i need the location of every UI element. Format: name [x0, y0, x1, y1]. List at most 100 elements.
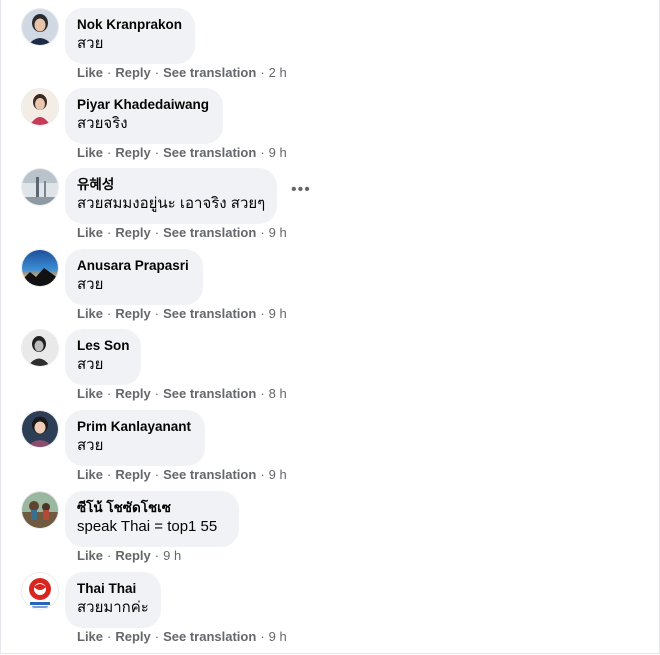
comment-actions: Like · Reply · See translation · 9 h [77, 467, 287, 483]
comment-actions: Like · Reply · See translation · 9 h [77, 306, 287, 322]
comment-timestamp[interactable]: 9 h [269, 145, 287, 160]
comment-bubble: 유혜성 สวยสมมงอยู่นะ เอาจริง สวยๆ [65, 168, 277, 224]
avatar[interactable] [21, 410, 59, 448]
like-button[interactable]: Like [77, 145, 103, 160]
comment-actions: Like · Reply · See translation · 9 h [77, 629, 287, 645]
comment-item: Les Son สวย Like · Reply · See translation · 8… [21, 329, 641, 409]
comment-author[interactable]: Prim Kanlayanant [77, 418, 193, 436]
comment-item: 유혜성 สวยสมมงอยู่นะ เอาจริง สวยๆ ••• Like ·… [21, 168, 641, 248]
like-button[interactable]: Like [77, 306, 103, 321]
separator: · [260, 225, 265, 240]
comment-timestamp[interactable]: 9 h [269, 225, 287, 240]
like-button[interactable]: Like [77, 386, 103, 401]
see-translation-button[interactable]: See translation [163, 386, 256, 401]
comment-actions: Like · Reply · See translation · 2 h [77, 65, 287, 81]
separator: · [154, 145, 160, 160]
separator: · [107, 629, 112, 644]
see-translation-button[interactable]: See translation [163, 65, 256, 80]
reply-button[interactable]: Reply [115, 306, 150, 321]
separator: · [107, 306, 112, 321]
separator: · [107, 65, 112, 80]
comment-author[interactable]: Piyar Khadedaiwang [77, 96, 211, 114]
comment-actions: Like · Reply · See translation · 9 h [77, 145, 287, 161]
see-translation-button[interactable]: See translation [163, 306, 256, 321]
comment-author[interactable]: ซีโน้ โชซัดโชเซ [77, 499, 227, 517]
avatar[interactable] [21, 572, 59, 610]
see-translation-button[interactable]: See translation [163, 225, 256, 240]
comment-text: สวย [77, 35, 104, 52]
separator: · [154, 386, 160, 401]
like-button[interactable]: Like [77, 467, 103, 482]
more-options-icon[interactable]: ••• [291, 182, 311, 198]
reply-button[interactable]: Reply [115, 548, 150, 563]
avatar[interactable] [21, 491, 59, 529]
comment-bubble: Les Son สวย [65, 329, 141, 385]
comment-bubble: ซีโน้ โชซัดโชเซ speak Thai = top1 55 [65, 491, 239, 547]
comment-actions: Like · Reply · See translation · 9 h [77, 225, 287, 241]
see-translation-button[interactable]: See translation [163, 145, 256, 160]
comment-actions: Like · Reply · See translation · 8 h [77, 386, 287, 402]
reply-button[interactable]: Reply [115, 145, 150, 160]
comment-item: Piyar Khadedaiwang สวยจริง Like · Reply · Se… [21, 88, 641, 168]
comment-bubble: Anusara Prapasri สวย [65, 249, 203, 305]
comment-text: สวย [77, 437, 104, 454]
like-button[interactable]: Like [77, 225, 103, 240]
reply-button[interactable]: Reply [115, 467, 150, 482]
comment-timestamp[interactable]: 9 h [269, 306, 287, 321]
reply-button[interactable]: Reply [115, 386, 150, 401]
separator: · [260, 386, 265, 401]
comment-author[interactable]: Anusara Prapasri [77, 257, 191, 275]
comment-author[interactable]: Thai Thai [77, 580, 149, 598]
separator: · [107, 145, 112, 160]
avatar[interactable] [21, 168, 59, 206]
comment-item: ซีโน้ โชซัดโชเซ speak Thai = top1 55 Lik… [21, 491, 641, 571]
separator: · [154, 225, 160, 240]
separator: · [107, 386, 112, 401]
comment-author[interactable]: Les Son [77, 337, 130, 355]
avatar[interactable] [21, 249, 59, 287]
separator: · [260, 145, 265, 160]
like-button[interactable]: Like [77, 629, 103, 644]
separator: · [260, 467, 265, 482]
comment-timestamp[interactable]: 8 h [269, 386, 287, 401]
see-translation-button[interactable]: See translation [163, 467, 256, 482]
separator: · [154, 629, 160, 644]
comment-timestamp[interactable]: 9 h [269, 629, 287, 644]
comment-text: สวย [77, 276, 104, 293]
separator: · [107, 467, 112, 482]
comment-text: speak Thai = top1 55 [77, 518, 218, 535]
like-button[interactable]: Like [77, 548, 103, 563]
avatar[interactable] [21, 88, 59, 126]
comment-bubble: Piyar Khadedaiwang สวยจริง [65, 88, 223, 144]
separator: · [154, 65, 160, 80]
reply-button[interactable]: Reply [115, 225, 150, 240]
separator: · [260, 65, 265, 80]
comment-item: Nok Kranprakon สวย Like · Reply · See transl… [21, 8, 641, 88]
comment-bubble: Prim Kanlayanant สวย [65, 410, 205, 466]
separator: · [154, 548, 160, 563]
comment-timestamp[interactable]: 9 h [163, 548, 181, 563]
see-translation-button[interactable]: See translation [163, 629, 256, 644]
comment-author[interactable]: 유혜성 [77, 176, 265, 194]
separator: · [107, 548, 112, 563]
comment-timestamp[interactable]: 9 h [269, 467, 287, 482]
like-button[interactable]: Like [77, 65, 103, 80]
comment-text: สวยจริง [77, 115, 128, 132]
reply-button[interactable]: Reply [115, 629, 150, 644]
comment-item: Anusara Prapasri สวย Like · Reply · See tran… [21, 249, 641, 329]
avatar[interactable] [21, 329, 59, 367]
separator: · [260, 629, 265, 644]
comment-text: สวยสมมงอยู่นะ เอาจริง สวยๆ [77, 195, 266, 212]
avatar[interactable] [21, 8, 59, 46]
comment-timestamp[interactable]: 2 h [269, 65, 287, 80]
comment-actions: Like · Reply · 9 h [77, 548, 181, 564]
comment-bubble: Nok Kranprakon สวย [65, 8, 195, 64]
separator: · [154, 467, 160, 482]
separator: · [260, 306, 265, 321]
reply-button[interactable]: Reply [115, 65, 150, 80]
comment-text: สวยมากค่ะ [77, 599, 149, 616]
comment-item: Thai Thai สวยมากค่ะ Like · Reply · See trans… [21, 572, 641, 652]
separator: · [107, 225, 112, 240]
comment-author[interactable]: Nok Kranprakon [77, 16, 183, 34]
comment-text: สวย [77, 356, 104, 373]
